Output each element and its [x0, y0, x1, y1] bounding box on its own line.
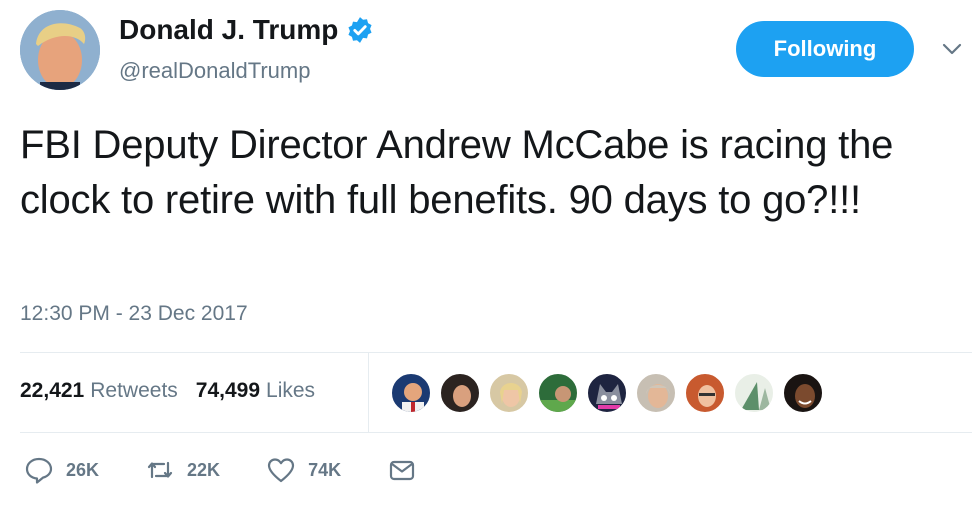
envelope-icon: [389, 460, 415, 481]
like-count: 74K: [308, 459, 342, 480]
display-name[interactable]: Donald J. Trump: [119, 14, 338, 46]
tweet-timestamp[interactable]: 12:30 PM - 23 Dec 2017: [20, 302, 248, 326]
following-button[interactable]: Following: [736, 21, 914, 77]
liker-avatar[interactable]: [439, 372, 481, 414]
liker-avatars: [390, 372, 831, 414]
tweet-actions: 26K 22K 74K: [24, 455, 463, 485]
liker-avatar[interactable]: [537, 372, 579, 414]
verified-badge-icon: [348, 17, 372, 43]
liker-avatar[interactable]: [733, 372, 775, 414]
retweets-count[interactable]: 22,421: [20, 379, 84, 403]
display-name-row: Donald J. Trump: [119, 14, 374, 46]
divider: [20, 432, 972, 433]
liker-avatar[interactable]: [684, 372, 726, 414]
direct-message-button[interactable]: [387, 455, 417, 485]
liker-avatar[interactable]: [635, 372, 677, 414]
heart-icon: [267, 458, 295, 483]
liker-avatar[interactable]: [488, 372, 530, 414]
divider: [20, 352, 972, 353]
liker-avatar[interactable]: [586, 372, 628, 414]
profile-avatar[interactable]: [20, 10, 100, 90]
reply-icon: [25, 457, 53, 484]
liker-avatar[interactable]: [390, 372, 432, 414]
retweet-count: 22K: [187, 459, 221, 480]
reply-count: 26K: [66, 459, 100, 480]
liker-avatar[interactable]: [782, 372, 824, 414]
tweet-stats: 22,421 Retweets 74,499 Likes: [20, 379, 327, 403]
user-handle[interactable]: @realDonaldTrump: [119, 58, 310, 84]
retweets-label[interactable]: Retweets: [90, 379, 178, 403]
chevron-down-icon[interactable]: [941, 38, 963, 60]
likes-count[interactable]: 74,499: [196, 379, 260, 403]
retweet-icon: [147, 461, 173, 479]
divider: [368, 353, 369, 432]
retweet-button[interactable]: 22K: [145, 455, 220, 485]
likes-label[interactable]: Likes: [266, 379, 315, 403]
reply-button[interactable]: 26K: [24, 455, 99, 485]
tweet-text: FBI Deputy Director Andrew McCabe is rac…: [20, 123, 894, 222]
profile-photo: [20, 10, 100, 90]
like-button[interactable]: 74K: [266, 455, 341, 485]
